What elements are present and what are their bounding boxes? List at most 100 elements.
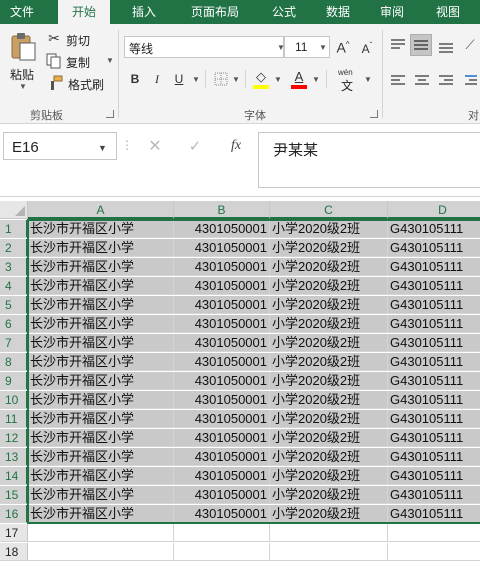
underline-button[interactable]: U [172,72,186,86]
cell-class[interactable]: 小学2020级2班 [270,372,388,390]
formula-bar-grip-icon[interactable]: ⋮ [121,138,133,152]
cell-student-id[interactable] [388,524,480,542]
font-color-dropdown-icon[interactable]: ▼ [312,75,320,84]
cell-code[interactable] [174,543,270,561]
row-header-2[interactable]: 2 [0,239,28,257]
cell-code[interactable]: 4301050001 [174,315,270,333]
cell-student-id[interactable]: G430105111 [388,258,480,276]
cell-school[interactable]: 长沙市开福区小学 [28,372,174,390]
cell-student-id[interactable]: G430105111 [388,486,480,504]
cell-code[interactable]: 4301050001 [174,220,270,238]
tab-review[interactable]: 审阅 [370,0,414,24]
row-header-16[interactable]: 16 [0,505,28,523]
align-right-icon[interactable] [438,74,454,88]
cell-student-id[interactable]: G430105111 [388,505,480,523]
fill-color-dropdown-icon[interactable]: ▼ [274,75,282,84]
borders-dropdown-icon[interactable]: ▼ [232,75,240,84]
orientation-icon[interactable]: ⟋ [462,38,478,52]
align-top-icon[interactable] [390,38,406,52]
paste-button[interactable]: 粘贴 ▼ [6,30,40,92]
cell-class[interactable]: 小学2020级2班 [270,391,388,409]
decrease-indent-icon[interactable] [464,74,478,88]
decrease-font-size-icon[interactable]: Aˇ [358,39,376,56]
tab-formulas[interactable]: 公式 [262,0,306,24]
cell-class[interactable]: 小学2020级2班 [270,429,388,447]
cell-class[interactable]: 小学2020级2班 [270,334,388,352]
column-header-a[interactable]: A [28,201,174,219]
cell-class[interactable]: 小学2020级2班 [270,467,388,485]
fill-color-button[interactable]: ◇ [252,70,270,90]
cell-code[interactable]: 4301050001 [174,410,270,428]
cell-code[interactable]: 4301050001 [174,258,270,276]
cell-student-id[interactable]: G430105111 [388,353,480,371]
row-header-15[interactable]: 15 [0,486,28,504]
row-header-5[interactable]: 5 [0,296,28,314]
row-header-9[interactable]: 9 [0,372,28,390]
row-header-6[interactable]: 6 [0,315,28,333]
name-box[interactable]: E16 ▼ [3,132,117,160]
row-header-13[interactable]: 13 [0,448,28,466]
font-name-combobox[interactable]: 等线 [124,36,284,58]
cell-code[interactable] [174,524,270,542]
row-header-17[interactable]: 17 [0,524,28,542]
cell-student-id[interactable]: G430105111 [388,467,480,485]
align-bottom-icon[interactable] [438,40,454,54]
cell-student-id[interactable]: G430105111 [388,296,480,314]
align-center-icon[interactable] [414,74,430,88]
cell-student-id[interactable]: G430105111 [388,448,480,466]
cell-school[interactable]: 长沙市开福区小学 [28,258,174,276]
cell-code[interactable]: 4301050001 [174,429,270,447]
cell-school[interactable]: 长沙市开福区小学 [28,391,174,409]
cell-school[interactable]: 长沙市开福区小学 [28,239,174,257]
cell-class[interactable]: 小学2020级2班 [270,486,388,504]
row-header-4[interactable]: 4 [0,277,28,295]
cell-student-id[interactable]: G430105111 [388,334,480,352]
formula-input[interactable]: 尹某某 [258,132,480,188]
name-box-dropdown-icon[interactable]: ▼ [98,143,107,153]
cell-class[interactable]: 小学2020级2班 [270,296,388,314]
tab-file[interactable]: 文件 [0,0,44,24]
italic-button[interactable]: I [150,72,164,86]
cell-code[interactable]: 4301050001 [174,486,270,504]
column-header-b[interactable]: B [174,201,270,219]
clipboard-launcher-icon[interactable] [106,110,114,118]
cell-code[interactable]: 4301050001 [174,372,270,390]
select-all-button[interactable] [0,201,28,219]
cell-class[interactable]: 小学2020级2班 [270,505,388,523]
cell-school[interactable]: 长沙市开福区小学 [28,296,174,314]
cell-student-id[interactable]: G430105111 [388,372,480,390]
row-header-14[interactable]: 14 [0,467,28,485]
cell-class[interactable]: 小学2020级2班 [270,258,388,276]
borders-icon[interactable] [214,72,228,86]
tab-view[interactable]: 视图 [426,0,470,24]
cell-student-id[interactable]: G430105111 [388,220,480,238]
cell-school[interactable] [28,524,174,542]
cell-code[interactable]: 4301050001 [174,505,270,523]
cell-school[interactable]: 长沙市开福区小学 [28,448,174,466]
row-header-7[interactable]: 7 [0,334,28,352]
align-left-icon[interactable] [390,74,406,88]
worksheet-grid[interactable]: ABCD 1 长沙市开福区小学 4301050001 小学2020级2班 G430105… [0,196,480,569]
cell-student-id[interactable]: G430105111 [388,239,480,257]
font-size-combobox[interactable]: 11 ▼ [284,36,330,58]
font-name-dropdown-icon[interactable]: ▼ [277,43,285,52]
cancel-entry-icon[interactable]: ✕ [146,139,164,155]
cell-school[interactable] [28,543,174,561]
row-header-18[interactable]: 18 [0,543,28,561]
column-header-d[interactable]: D [388,201,480,219]
copy-dropdown-icon[interactable]: ▼ [106,56,114,65]
cell-school[interactable]: 长沙市开福区小学 [28,467,174,485]
cell-student-id[interactable] [388,543,480,561]
tab-home[interactable]: 开始 [58,0,110,24]
cell-code[interactable]: 4301050001 [174,277,270,295]
paste-dropdown-icon[interactable]: ▼ [19,82,27,91]
cell-school[interactable]: 长沙市开福区小学 [28,315,174,333]
cell-student-id[interactable]: G430105111 [388,429,480,447]
phonetic-guide-button[interactable]: wén 文 [336,68,360,93]
cell-code[interactable]: 4301050001 [174,467,270,485]
cell-school[interactable]: 长沙市开福区小学 [28,353,174,371]
cell-student-id[interactable]: G430105111 [388,315,480,333]
cell-student-id[interactable]: G430105111 [388,277,480,295]
tab-insert[interactable]: 插入 [122,0,166,24]
cell-student-id[interactable]: G430105111 [388,410,480,428]
